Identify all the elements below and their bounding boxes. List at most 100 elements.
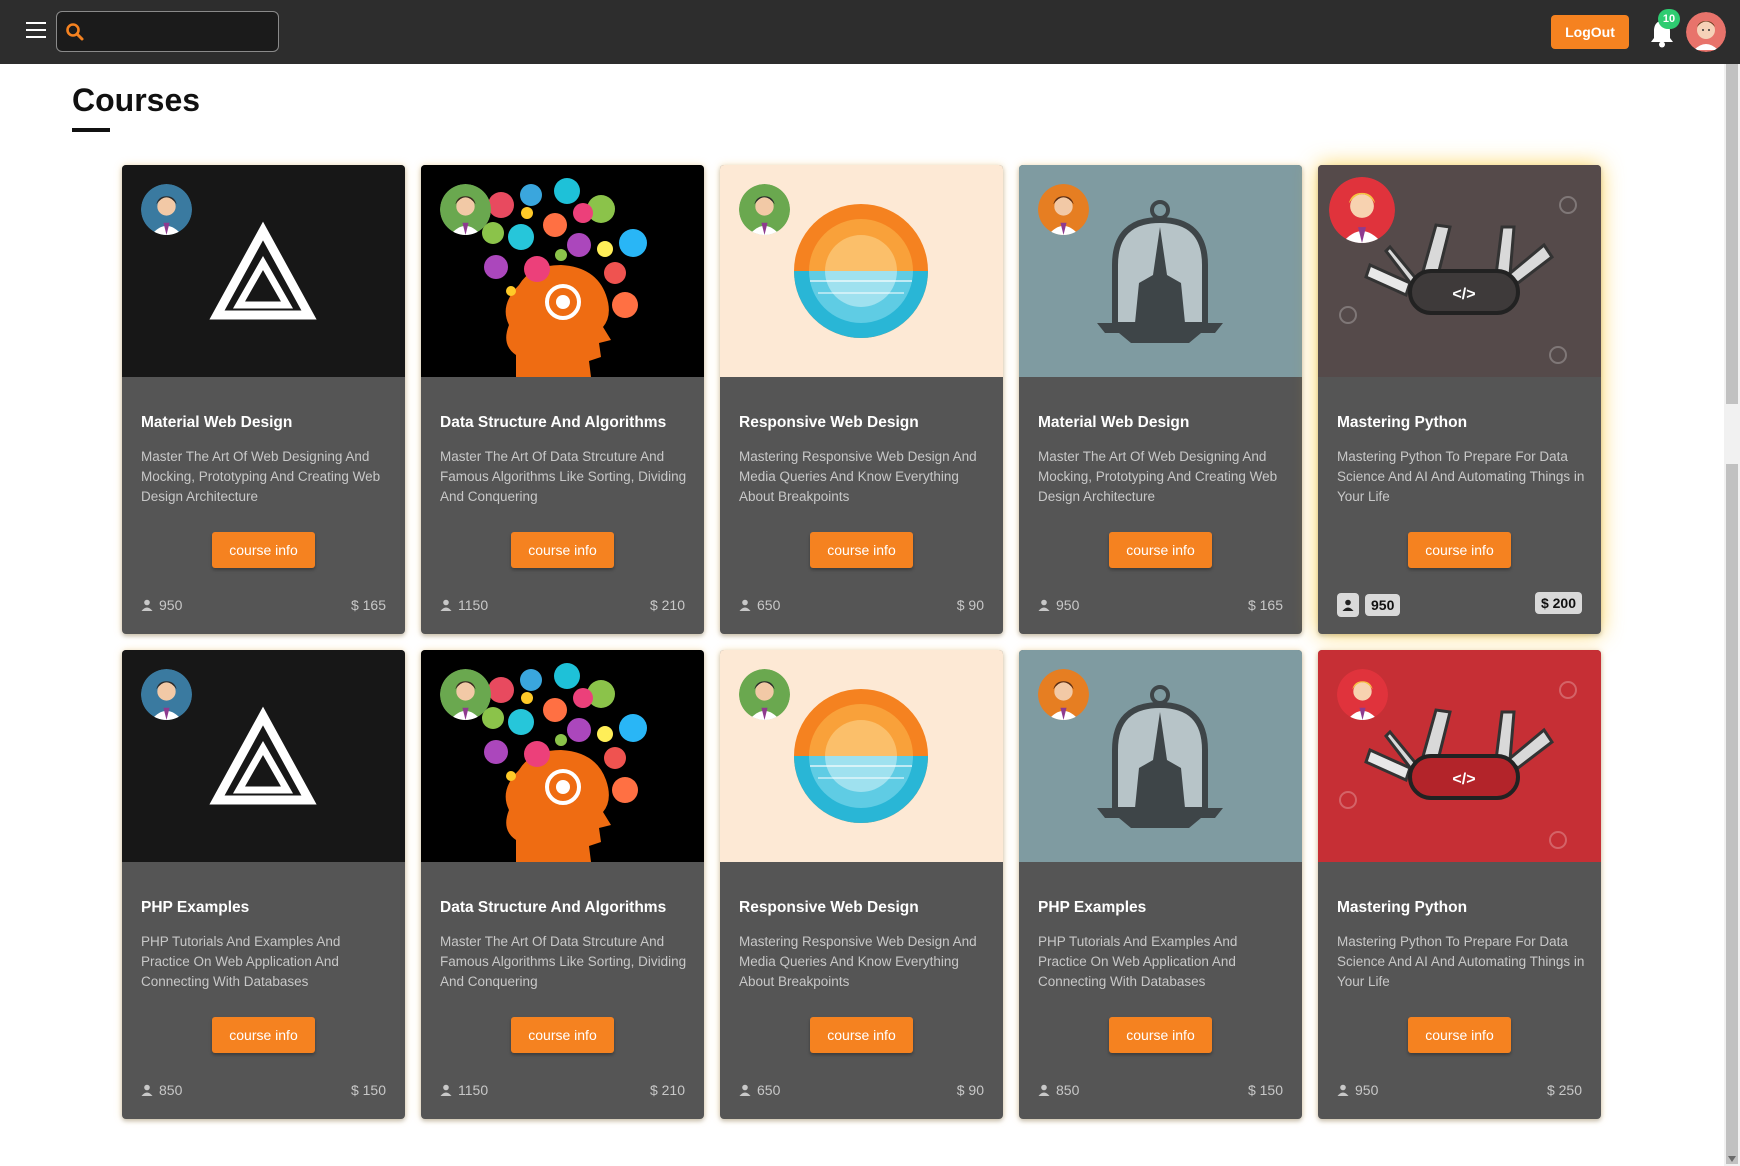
hamburger-menu-icon[interactable] — [22, 22, 50, 42]
students-count: 1150 — [440, 597, 488, 613]
course-card[interactable]: Data Structure And Algorithms Master The … — [421, 165, 704, 634]
course-info-button[interactable]: course info — [1408, 1017, 1511, 1053]
instructor-avatar — [739, 669, 790, 720]
user-icon — [739, 599, 751, 611]
students-number: 850 — [159, 1082, 183, 1098]
top-navbar: LogOut 10 — [0, 0, 1740, 64]
course-description: Master The Art Of Data Strcuture And Fam… — [440, 934, 687, 989]
course-title: Mastering Python — [1337, 899, 1468, 916]
course-info-button[interactable]: course info — [1109, 532, 1212, 568]
user-icon — [1038, 599, 1050, 611]
user-icon — [1342, 599, 1354, 611]
course-title: Material Web Design — [1038, 414, 1190, 431]
notification-badge: 10 — [1658, 9, 1680, 29]
page-title: Courses — [72, 82, 201, 118]
course-info-button[interactable]: course info — [810, 532, 913, 568]
course-card[interactable]: PHP Examples PHP Tutorials And Examples A… — [122, 650, 405, 1119]
scroll-down-arrow-icon[interactable] — [1728, 1156, 1736, 1162]
students-number: 1150 — [458, 597, 489, 613]
course-card[interactable]: Material Web Design Master The Art Of Web… — [1019, 165, 1302, 634]
course-description: Mastering Responsive Web Design And Medi… — [739, 934, 977, 989]
students-count: 650 — [739, 597, 780, 613]
course-description: Master The Art Of Web Designing And Mock… — [1038, 449, 1278, 504]
course-price: $ 90 — [956, 1082, 984, 1098]
course-description: Mastering Python To Prepare For Data Sci… — [1337, 934, 1585, 989]
course-price: $ 250 — [1546, 1082, 1582, 1098]
students-number: 950 — [1056, 597, 1080, 613]
instructor-avatar — [141, 184, 192, 235]
students-number: 650 — [757, 597, 781, 613]
course-price: $ 90 — [956, 597, 984, 613]
course-info-button[interactable]: course info — [1408, 532, 1511, 568]
course-footer: 650 $ 90 — [739, 1082, 984, 1100]
students-count: 650 — [739, 1082, 780, 1098]
course-title: Data Structure And Algorithms — [440, 414, 667, 431]
students-number: 950 — [159, 597, 183, 613]
search-input[interactable] — [93, 18, 271, 46]
course-footer: 950 $ 165 — [1038, 597, 1283, 615]
course-footer: 1150 $ 210 — [440, 597, 685, 615]
course-info-button[interactable]: course info — [511, 1017, 614, 1053]
course-footer: 950 $ 200 — [1337, 592, 1582, 617]
course-price: $ 210 — [649, 1082, 685, 1098]
course-footer: 950 $ 165 — [141, 597, 386, 615]
user-icon-pill — [1337, 593, 1359, 617]
course-card[interactable]: Data Structure And Algorithms Master The … — [421, 650, 704, 1119]
students-count: 850 — [1038, 1082, 1079, 1098]
course-info-button[interactable]: course info — [810, 1017, 913, 1053]
instructor-avatar — [739, 184, 790, 235]
course-info-button[interactable]: course info — [1109, 1017, 1212, 1053]
page-scrollbar[interactable] — [1724, 64, 1740, 1166]
course-price: $ 210 — [649, 597, 685, 613]
course-price: $ 200 — [1534, 592, 1582, 614]
course-card[interactable]: Material Web Design Master The Art Of Web… — [122, 165, 405, 634]
user-icon — [141, 1084, 153, 1096]
course-info-button[interactable]: course info — [212, 532, 315, 568]
students-number: 850 — [1056, 1082, 1080, 1098]
course-title: Responsive Web Design — [739, 414, 919, 431]
course-footer: 850 $ 150 — [141, 1082, 386, 1100]
instructor-avatar — [1038, 669, 1089, 720]
students-count: 950 — [1337, 1082, 1378, 1098]
instructor-avatar — [440, 184, 491, 235]
user-icon — [440, 1084, 452, 1096]
course-card[interactable]: </> Mastering Python Mastering Python To … — [1318, 650, 1601, 1119]
scrollbar-track-lower[interactable] — [1726, 464, 1738, 1164]
course-card[interactable]: Responsive Web Design Mastering Responsiv… — [720, 165, 1003, 634]
user-icon — [1038, 1084, 1050, 1096]
instructor-avatar — [440, 669, 491, 720]
course-description: Mastering Python To Prepare For Data Sci… — [1337, 449, 1585, 504]
course-card[interactable]: Responsive Web Design Mastering Responsiv… — [720, 650, 1003, 1119]
students-number: 1150 — [458, 1082, 489, 1098]
course-footer: 850 $ 150 — [1038, 1082, 1283, 1100]
course-card[interactable]: PHP Examples PHP Tutorials And Examples A… — [1019, 650, 1302, 1119]
students-count: 850 — [141, 1082, 182, 1098]
user-icon — [739, 1084, 751, 1096]
course-price: $ 165 — [350, 597, 386, 613]
course-title: Responsive Web Design — [739, 899, 919, 916]
logout-button[interactable]: LogOut — [1551, 15, 1629, 49]
user-avatar[interactable] — [1686, 12, 1726, 52]
user-icon — [141, 599, 153, 611]
course-description: Master The Art Of Web Designing And Mock… — [141, 449, 381, 504]
user-icon — [440, 599, 452, 611]
students-number: 650 — [757, 1082, 781, 1098]
course-description: Mastering Responsive Web Design And Medi… — [739, 449, 977, 504]
course-title: PHP Examples — [141, 899, 250, 916]
course-card[interactable]: </> Mastering Python Mastering Python To … — [1318, 165, 1601, 634]
search-box[interactable] — [56, 11, 279, 52]
students-count: 1150 — [440, 1082, 488, 1098]
course-info-button[interactable]: course info — [511, 532, 614, 568]
course-footer: 950 $ 250 — [1337, 1082, 1582, 1100]
instructor-avatar — [1337, 669, 1388, 720]
course-description: PHP Tutorials And Examples And Practice … — [1038, 934, 1238, 989]
course-title: Mastering Python — [1337, 414, 1468, 431]
title-underline — [72, 128, 110, 132]
course-title: Data Structure And Algorithms — [440, 899, 667, 916]
students-count: 950 — [141, 597, 182, 613]
course-info-button[interactable]: course info — [212, 1017, 315, 1053]
scrollbar-thumb[interactable] — [1726, 64, 1738, 404]
course-footer: 650 $ 90 — [739, 597, 984, 615]
user-icon — [1337, 1084, 1349, 1096]
course-description: Master The Art Of Data Strcuture And Fam… — [440, 449, 687, 504]
